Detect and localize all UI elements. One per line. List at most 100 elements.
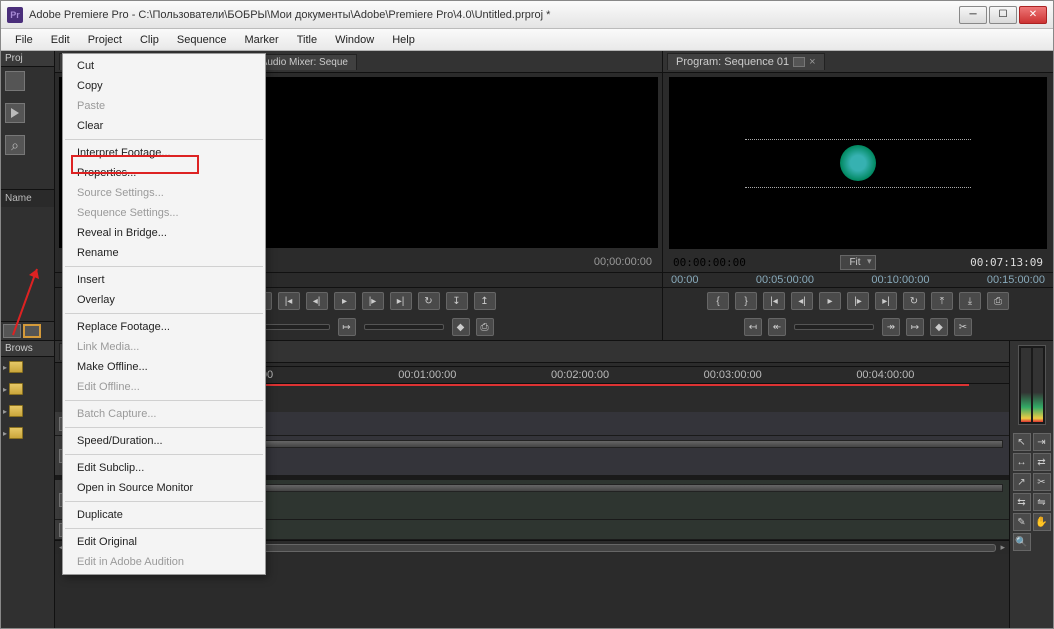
- context-menu-item[interactable]: Open in Source Monitor: [63, 478, 265, 498]
- context-menu-item[interactable]: Copy: [63, 76, 265, 96]
- goto-out-button[interactable]: ▸|: [390, 292, 412, 310]
- jog-left-icon[interactable]: ↤: [744, 318, 762, 336]
- set-out-button[interactable]: }: [735, 292, 757, 310]
- shuttle-slider[interactable]: [794, 324, 874, 330]
- context-menu-item[interactable]: Clear: [63, 116, 265, 136]
- marker-button[interactable]: ◆: [452, 318, 470, 336]
- project-tab[interactable]: Proj: [1, 51, 54, 67]
- context-menu-item[interactable]: Edit Original: [63, 532, 265, 552]
- rolling-tool[interactable]: ⇄: [1033, 453, 1051, 471]
- track-select-tool[interactable]: ⇥: [1033, 433, 1051, 451]
- safe-margin-top: [745, 139, 972, 140]
- menubar: File Edit Project Clip Sequence Marker T…: [1, 29, 1053, 51]
- context-menu-item[interactable]: Overlay: [63, 290, 265, 310]
- drive-item[interactable]: ▸: [3, 383, 52, 395]
- goto-in-button[interactable]: |◂: [278, 292, 300, 310]
- menu-sequence[interactable]: Sequence: [169, 32, 235, 48]
- context-menu-item[interactable]: Interpret Footage...: [63, 143, 265, 163]
- program-monitor-viewport: [669, 77, 1047, 249]
- loop-button[interactable]: ↻: [903, 292, 925, 310]
- hand-tool[interactable]: ✋: [1033, 513, 1051, 531]
- context-menu-item[interactable]: Rename: [63, 243, 265, 263]
- menu-marker[interactable]: Marker: [236, 32, 286, 48]
- program-tab[interactable]: Program: Sequence 01×: [667, 53, 825, 70]
- context-menu-item: Link Media...: [63, 337, 265, 357]
- drive-item[interactable]: ▸: [3, 427, 52, 439]
- ruler-tick: 00:10:00:00: [871, 274, 929, 286]
- pen-tool[interactable]: ✎: [1013, 513, 1031, 531]
- marker-button[interactable]: ◆: [930, 318, 948, 336]
- minimize-button[interactable]: ─: [959, 6, 987, 24]
- context-menu-item[interactable]: Insert: [63, 270, 265, 290]
- menu-title[interactable]: Title: [289, 32, 325, 48]
- context-menu-item: Edit in Adobe Audition: [63, 552, 265, 572]
- folder-icon: [9, 383, 23, 395]
- slide-tool[interactable]: ⇋: [1033, 493, 1051, 511]
- context-menu-item[interactable]: Make Offline...: [63, 357, 265, 377]
- work-area-bar[interactable]: [246, 384, 969, 386]
- media-browser-tab[interactable]: Brows: [1, 341, 54, 357]
- drive-item[interactable]: ▸: [3, 405, 52, 417]
- menu-file[interactable]: File: [7, 32, 41, 48]
- goto-out-button[interactable]: ▸|: [875, 292, 897, 310]
- prev-edit-button[interactable]: ↞: [768, 318, 786, 336]
- context-menu-item[interactable]: Edit Subclip...: [63, 458, 265, 478]
- play-button[interactable]: ▸: [334, 292, 356, 310]
- zoom-tool[interactable]: 🔍: [1013, 533, 1031, 551]
- shuttle-slider[interactable]: [364, 324, 444, 330]
- ruler-tick: 00:01:00:00: [398, 369, 551, 381]
- close-button[interactable]: ✕: [1019, 6, 1047, 24]
- next-edit-button[interactable]: ↠: [882, 318, 900, 336]
- ruler-tick: 00:05:00:00: [756, 274, 814, 286]
- program-time-ruler[interactable]: 00:00 00:05:00:00 00:10:00:00 00:15:00:0…: [663, 272, 1053, 288]
- audio-mixer-tab[interactable]: Audio Mixer: Seque: [252, 54, 357, 70]
- context-menu-item: Source Settings...: [63, 183, 265, 203]
- annotation-arrow: [7, 261, 47, 341]
- overlay-button[interactable]: ↥: [474, 292, 496, 310]
- menu-project[interactable]: Project: [80, 32, 130, 48]
- step-back-button[interactable]: ◂|: [306, 292, 328, 310]
- ripple-tool[interactable]: ↔: [1013, 453, 1031, 471]
- context-menu-item[interactable]: Duplicate: [63, 505, 265, 525]
- slip-tool[interactable]: ⇆: [1013, 493, 1031, 511]
- selection-tool[interactable]: ↖: [1013, 433, 1031, 451]
- insert-button[interactable]: ↧: [446, 292, 468, 310]
- jog-right-icon[interactable]: ↦: [906, 318, 924, 336]
- set-in-button[interactable]: {: [707, 292, 729, 310]
- context-menu-item[interactable]: Reveal in Bridge...: [63, 223, 265, 243]
- jog-right-icon[interactable]: ↦: [338, 318, 356, 336]
- tools-and-meters: ↖ ⇥ ↔ ⇄ ↗ ✂ ⇆ ⇋ ✎ ✋ 🔍: [1009, 341, 1053, 628]
- lift-button[interactable]: ⤒: [931, 292, 953, 310]
- clip-thumbnail-icon: [840, 145, 876, 181]
- folder-icon: [9, 405, 23, 417]
- context-menu-item[interactable]: Replace Footage...: [63, 317, 265, 337]
- zoom-fit-dropdown[interactable]: Fit: [840, 255, 875, 270]
- context-menu-item[interactable]: Cut: [63, 56, 265, 76]
- export-frame-button[interactable]: ⎙: [987, 292, 1009, 310]
- goto-in-button[interactable]: |◂: [763, 292, 785, 310]
- close-tab-icon[interactable]: ×: [809, 56, 815, 68]
- step-back-button[interactable]: ◂|: [791, 292, 813, 310]
- search-icon[interactable]: [5, 135, 25, 155]
- menu-help[interactable]: Help: [384, 32, 423, 48]
- loop-button[interactable]: ↻: [418, 292, 440, 310]
- step-fwd-button[interactable]: |▸: [362, 292, 384, 310]
- razor-tool[interactable]: ✂: [1033, 473, 1051, 491]
- play-button[interactable]: ▸: [819, 292, 841, 310]
- extract-button[interactable]: ⤓: [959, 292, 981, 310]
- menu-window[interactable]: Window: [327, 32, 382, 48]
- play-thumb-icon[interactable]: [5, 103, 25, 123]
- step-fwd-button[interactable]: |▸: [847, 292, 869, 310]
- panel-menu-icon[interactable]: [793, 57, 805, 67]
- program-transport-controls: { } |◂ ◂| ▸ |▸ ▸| ↻ ⤒ ⤓ ⎙: [663, 288, 1053, 314]
- context-menu-item[interactable]: Speed/Duration...: [63, 431, 265, 451]
- context-menu-item[interactable]: Properties...: [63, 163, 265, 183]
- trim-button[interactable]: ✂: [954, 318, 972, 336]
- rate-stretch-tool[interactable]: ↗: [1013, 473, 1031, 491]
- menu-edit[interactable]: Edit: [43, 32, 78, 48]
- menu-clip[interactable]: Clip: [132, 32, 167, 48]
- drive-item[interactable]: ▸: [3, 361, 52, 373]
- safe-margin-bottom: [745, 187, 972, 188]
- export-frame-button[interactable]: ⎙: [476, 318, 494, 336]
- maximize-button[interactable]: ☐: [989, 6, 1017, 24]
